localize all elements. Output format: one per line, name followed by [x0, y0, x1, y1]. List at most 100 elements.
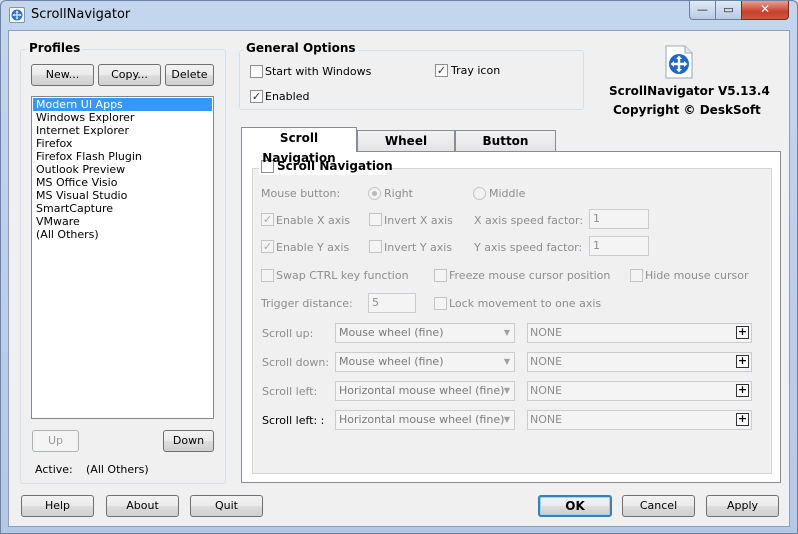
tab-button-options[interactable]: Button Options	[455, 130, 556, 168]
enable-x-axis-checkbox[interactable]: ✓	[261, 213, 274, 226]
scroll-left-2-combo-value: Horizontal mouse wheel (fine)	[339, 413, 505, 426]
scroll-left-action-field: NONE +	[527, 381, 752, 401]
invert-y-axis-label: Invert Y axis	[384, 241, 453, 254]
profiles-list[interactable]: Modern UI Apps Windows Explorer Internet…	[31, 96, 214, 419]
profiles-title: Profiles	[27, 41, 83, 55]
enabled-checkbox[interactable]: ✓	[250, 90, 263, 103]
quit-button[interactable]: Quit	[190, 495, 263, 517]
general-options-title: General Options	[244, 41, 358, 55]
scroll-left-add-button[interactable]: +	[736, 384, 749, 397]
trigger-distance-input[interactable]: 5	[368, 293, 416, 313]
middle-button-radio[interactable]	[473, 187, 486, 200]
enable-y-axis-checkbox[interactable]: ✓	[261, 240, 274, 253]
scroll-up-label: Scroll up:	[262, 327, 314, 340]
lock-axis-label: Lock movement to one axis	[449, 297, 602, 310]
enabled-label: Enabled	[265, 90, 310, 103]
copyright-text: Copyright © DeskSoft	[613, 103, 761, 117]
scroll-up-add-button[interactable]: +	[736, 326, 749, 339]
client-area: Profiles New... Copy... Delete Modern UI…	[8, 30, 790, 527]
about-button[interactable]: About	[106, 495, 179, 517]
scroll-left-2-action-value: NONE	[530, 413, 563, 426]
new-profile-button[interactable]: New...	[31, 64, 94, 86]
chevron-down-icon: ▼	[503, 415, 510, 424]
app-window: ScrollNavigator — ▭ ✕ Profiles New... Co…	[0, 0, 798, 534]
scroll-left-action-value: NONE	[530, 384, 563, 397]
delete-profile-button[interactable]: Delete	[165, 64, 214, 86]
move-up-button[interactable]: Up	[32, 430, 79, 452]
invert-y-axis-checkbox[interactable]	[369, 240, 382, 253]
freeze-cursor-checkbox[interactable]	[434, 269, 447, 282]
right-button-label: Right	[384, 187, 413, 200]
scroll-up-combo-value: Mouse wheel (fine)	[339, 326, 444, 339]
scroll-left-combo-value: Horizontal mouse wheel (fine)	[339, 384, 505, 397]
scroll-down-label: Scroll down:	[262, 356, 330, 369]
scroll-left-2-label: Scroll left: :	[262, 414, 325, 427]
profile-item-ms-visual-studio[interactable]: MS Visual Studio	[33, 189, 212, 202]
x-speed-factor-input[interactable]: 1	[589, 209, 649, 229]
profile-item-firefox-flash-plugin[interactable]: Firefox Flash Plugin	[33, 150, 212, 163]
y-speed-factor-label: Y axis speed factor:	[474, 241, 583, 254]
lock-axis-checkbox[interactable]	[434, 297, 447, 310]
profile-item-ms-office-visio[interactable]: MS Office Visio	[33, 176, 212, 189]
tray-icon-label: Tray icon	[451, 64, 501, 77]
scroll-navigation-tab-panel	[241, 151, 781, 483]
maximize-button[interactable]: ▭	[715, 1, 742, 20]
profile-item-outlook-preview[interactable]: Outlook Preview	[33, 163, 212, 176]
scroll-down-combo[interactable]: Mouse wheel (fine) ▼	[335, 352, 515, 372]
copy-profile-button[interactable]: Copy...	[98, 64, 161, 86]
move-down-button[interactable]: Down	[163, 430, 214, 452]
tray-icon-checkbox[interactable]: ✓	[435, 64, 448, 77]
chevron-down-icon: ▼	[503, 357, 510, 366]
help-button[interactable]: Help	[21, 495, 94, 517]
active-profile-label: Active:	[35, 463, 73, 476]
apply-button[interactable]: Apply	[706, 495, 779, 517]
scroll-down-add-button[interactable]: +	[736, 355, 749, 368]
enable-y-axis-label: Enable Y axis	[276, 241, 350, 254]
scroll-left-2-add-button[interactable]: +	[736, 413, 749, 426]
x-speed-factor-label: X axis speed factor:	[474, 214, 584, 227]
scroll-left-2-action-field: NONE +	[527, 410, 752, 430]
y-speed-factor-input[interactable]: 1	[589, 236, 649, 256]
scroll-down-combo-value: Mouse wheel (fine)	[339, 355, 444, 368]
swap-ctrl-checkbox[interactable]	[261, 269, 274, 282]
move-arrows-icon	[664, 45, 694, 79]
profile-item-windows-explorer[interactable]: Windows Explorer	[33, 111, 212, 124]
scroll-up-action-field: NONE +	[527, 323, 752, 343]
profile-item-firefox[interactable]: Firefox	[33, 137, 212, 150]
freeze-cursor-label: Freeze mouse cursor position	[449, 269, 611, 282]
scroll-left-combo[interactable]: Horizontal mouse wheel (fine) ▼	[335, 381, 515, 401]
chevron-down-icon: ▼	[503, 386, 510, 395]
start-with-windows-checkbox[interactable]	[250, 65, 263, 78]
window-title: ScrollNavigator	[31, 7, 131, 22]
enable-x-axis-label: Enable X axis	[276, 214, 351, 227]
active-profile-value: (All Others)	[86, 463, 149, 476]
tab-wheel-options[interactable]: Wheel Options	[357, 130, 455, 168]
profile-item-smartcapture[interactable]: SmartCapture	[33, 202, 212, 215]
trigger-distance-label: Trigger distance:	[261, 297, 353, 310]
swap-ctrl-label: Swap CTRL key function	[276, 269, 409, 282]
invert-x-axis-checkbox[interactable]	[369, 213, 382, 226]
hide-cursor-checkbox[interactable]	[630, 269, 643, 282]
scroll-left-label: Scroll left:	[262, 385, 318, 398]
profile-item-all-others[interactable]: (All Others)	[33, 228, 212, 241]
chevron-down-icon: ▼	[503, 328, 510, 337]
cancel-button[interactable]: Cancel	[622, 495, 695, 517]
invert-x-axis-label: Invert X axis	[384, 214, 453, 227]
right-button-radio[interactable]	[368, 187, 381, 200]
tab-scroll-navigation[interactable]: Scroll Navigation	[241, 127, 357, 165]
close-button[interactable]: ✕	[741, 1, 789, 20]
scroll-down-action-value: NONE	[530, 355, 563, 368]
version-text: ScrollNavigator V5.13.4	[609, 84, 770, 98]
scroll-down-action-field: NONE +	[527, 352, 752, 372]
title-bar[interactable]: ScrollNavigator — ▭ ✕	[1, 1, 797, 29]
middle-button-label: Middle	[489, 187, 526, 200]
profile-item-modern-ui-apps[interactable]: Modern UI Apps	[33, 98, 212, 111]
scroll-up-combo[interactable]: Mouse wheel (fine) ▼	[335, 323, 515, 343]
start-with-windows-label: Start with Windows	[265, 65, 372, 78]
profile-item-vmware[interactable]: VMware	[33, 215, 212, 228]
app-icon	[9, 7, 25, 23]
minimize-button[interactable]: —	[689, 1, 716, 20]
scroll-left-2-combo[interactable]: Horizontal mouse wheel (fine) ▼	[335, 410, 515, 430]
profile-item-internet-explorer[interactable]: Internet Explorer	[33, 124, 212, 137]
ok-button[interactable]: OK	[538, 495, 612, 517]
